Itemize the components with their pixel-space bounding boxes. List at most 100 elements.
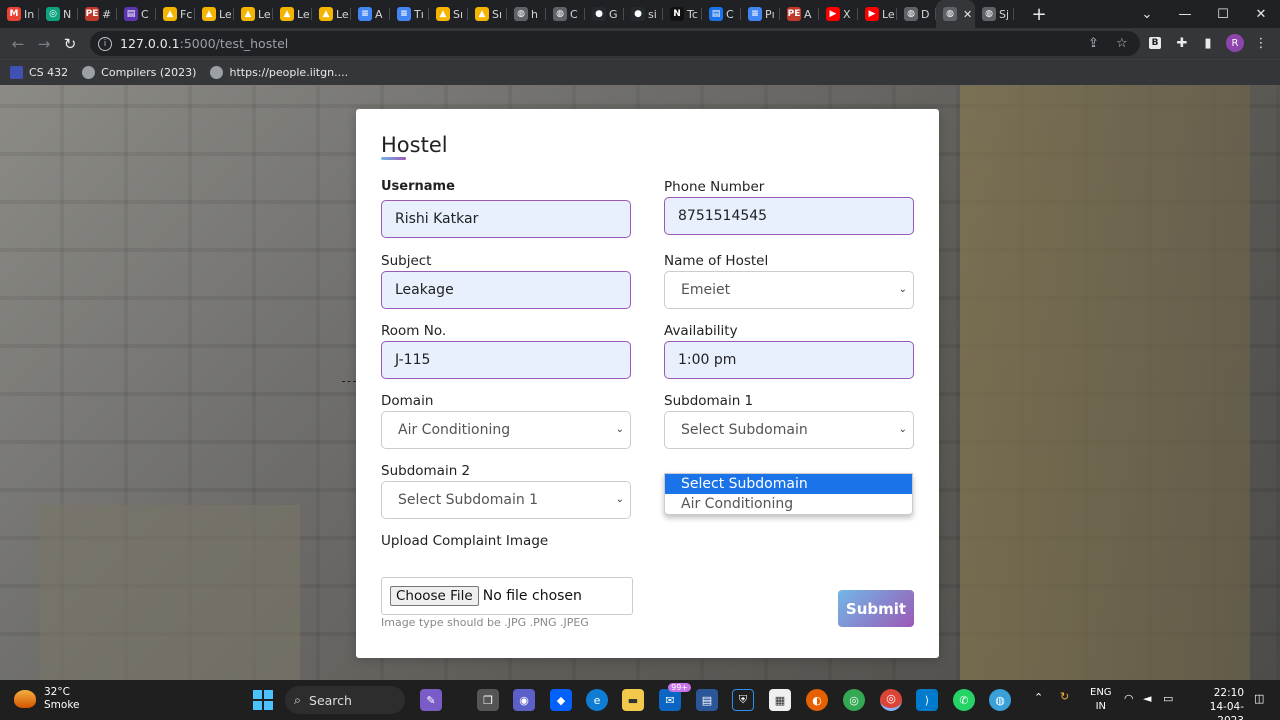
task-view-icon[interactable]: ❐ — [477, 689, 499, 711]
bookmark-item[interactable]: CS 432 — [10, 66, 68, 79]
availability-field: Availability 1:00 pm — [664, 323, 914, 379]
browser-tab[interactable]: ▤ C — [117, 0, 156, 28]
firefox-icon[interactable]: ◐ — [806, 689, 828, 711]
browser-tab[interactable]: ≡ Pı — [741, 0, 780, 28]
paint-app-icon[interactable]: ✎ — [420, 689, 442, 711]
subdomain1-select[interactable]: Select Subdomain ⌄ — [664, 411, 914, 449]
bookmark-item[interactable]: https://people.iitgn.... — [210, 66, 348, 79]
close-tab-icon[interactable]: ✕ — [963, 8, 972, 21]
taskbar-search[interactable]: ⌕ Search — [285, 686, 405, 714]
dropdown-option[interactable]: Select Subdomain — [665, 474, 912, 494]
browser-tab[interactable]: ▲ Le — [312, 0, 351, 28]
browser-tab[interactable]: ◍ C — [546, 0, 585, 28]
room-label: Room No. — [381, 323, 447, 339]
tab-title: A — [375, 7, 383, 21]
language-indicator[interactable]: ENG IN — [1090, 686, 1112, 714]
chrome-active-icon[interactable]: ◎ — [880, 689, 902, 711]
chrome-icon[interactable]: ◎ — [843, 689, 865, 711]
browser-tab[interactable]: ▲ Sı — [468, 0, 507, 28]
sync-icon[interactable]: ↻ — [1060, 690, 1069, 703]
vscode-icon[interactable]: ⟩ — [916, 689, 938, 711]
teams-chat-icon[interactable]: ◉ — [513, 689, 535, 711]
volume-icon[interactable]: ◄ — [1143, 692, 1151, 705]
minimize-button[interactable]: — — [1166, 0, 1204, 28]
extensions-puzzle-icon[interactable]: ✚ — [1173, 34, 1191, 52]
docs-icon: ≡ — [397, 7, 411, 21]
username-input[interactable]: Rishi Katkar — [381, 200, 631, 238]
browser-tab[interactable]: ◍ Sj — [975, 0, 1014, 28]
browser-tab[interactable]: ● si — [624, 0, 663, 28]
system-clock[interactable]: 22:1014-04-2023 — [1188, 686, 1244, 720]
subdomain1-field: Subdomain 1 Select Subdomain ⌄ — [664, 393, 914, 449]
username-field: Username Rishi Katkar — [381, 179, 631, 238]
store-icon[interactable]: ▦ — [769, 689, 791, 711]
browser-tab[interactable]: ▲ Le — [273, 0, 312, 28]
domain-select[interactable]: Air Conditioning ⌄ — [381, 411, 631, 449]
availability-input[interactable]: 1:00 pm — [664, 341, 914, 379]
submit-button[interactable]: Submit — [838, 590, 914, 627]
dropbox-icon[interactable]: ◆ — [550, 689, 572, 711]
globe-app-icon[interactable]: ◍ — [989, 689, 1011, 711]
browser-tab[interactable]: ▲ Le — [234, 0, 273, 28]
room-input[interactable]: J-115 — [381, 341, 631, 379]
profile-avatar[interactable]: R — [1226, 34, 1244, 52]
hostel-select[interactable]: Emeiet ⌄ — [664, 271, 914, 309]
battery-icon[interactable]: ▭ — [1163, 692, 1173, 705]
browser-tab[interactable]: ≡ A — [351, 0, 390, 28]
browser-tab[interactable]: ◍ ✕ — [936, 0, 975, 28]
browser-tab[interactable]: ◎ N — [39, 0, 78, 28]
address-bar[interactable]: i 127.0.0.1:5000/test_hostel ⇪ ☆ — [90, 31, 1140, 56]
reload-button[interactable]: ↻ — [57, 31, 83, 57]
browser-tab[interactable]: ≡ Tı — [390, 0, 429, 28]
menu-kebab-icon[interactable]: ⋮ — [1252, 34, 1270, 52]
whatsapp-icon[interactable]: ✆ — [953, 689, 975, 711]
browser-tab[interactable]: PE # — [78, 0, 117, 28]
browser-tab[interactable]: ▤ C — [702, 0, 741, 28]
dropdown-option[interactable]: Air Conditioning — [665, 494, 912, 514]
security-icon[interactable]: ⛨ — [732, 689, 754, 711]
browser-tab[interactable]: ● G — [585, 0, 624, 28]
windows-start-icon[interactable] — [252, 689, 274, 711]
file-explorer-icon[interactable]: ▬ — [622, 689, 644, 711]
subject-input[interactable]: Leakage — [381, 271, 631, 309]
browser-tab[interactable]: PE A — [780, 0, 819, 28]
tray-overflow-icon[interactable]: ⌃ — [1034, 691, 1043, 704]
bookmark-item[interactable]: Compilers (2023) — [82, 66, 196, 79]
phone-input[interactable]: 8751514545 — [664, 197, 914, 235]
browser-tab[interactable]: ▲ Le — [195, 0, 234, 28]
forward-button[interactable]: → — [31, 31, 57, 57]
notepad-icon[interactable]: ▤ — [696, 689, 718, 711]
new-tab-button[interactable]: + — [1026, 0, 1052, 28]
browser-tab[interactable]: ▶ X — [819, 0, 858, 28]
share-icon[interactable]: ⇪ — [1088, 36, 1099, 51]
browser-tab[interactable]: ▲ Sı — [429, 0, 468, 28]
site-info-icon[interactable]: i — [98, 36, 112, 51]
browser-tab[interactable]: ◍ h — [507, 0, 546, 28]
bookmark-star-icon[interactable]: ☆ — [1116, 36, 1128, 51]
drive-icon: ▲ — [436, 7, 450, 21]
maximize-button[interactable]: ☐ — [1204, 0, 1242, 28]
tab-search-icon[interactable]: ⌄ — [1128, 0, 1166, 28]
browser-tab[interactable]: M In — [0, 0, 39, 28]
weather-widget[interactable]: 32°C Smoke — [14, 686, 79, 712]
edge-browser-icon[interactable]: e — [586, 689, 608, 711]
search-label: Search — [309, 692, 352, 708]
extension-b-icon[interactable]: B — [1146, 34, 1164, 52]
browser-tab[interactable]: N Tc — [663, 0, 702, 28]
browser-tab[interactable]: ◍ D — [897, 0, 936, 28]
browser-tab[interactable]: ▶ Le — [858, 0, 897, 28]
availability-label: Availability — [664, 323, 738, 339]
browser-tab[interactable]: ▲ Fc — [156, 0, 195, 28]
wifi-icon[interactable]: ◠ — [1124, 692, 1134, 705]
notification-icon[interactable]: ◫ — [1254, 692, 1264, 705]
choose-file-button[interactable]: Choose File — [390, 586, 479, 606]
side-panel-icon[interactable]: ▮ — [1199, 34, 1217, 52]
subdomain1-dropdown-list: Select Subdomain Air Conditioning — [664, 473, 913, 515]
mail-icon[interactable]: ✉ 99+ — [659, 683, 691, 711]
back-button[interactable]: ← — [5, 31, 31, 57]
subdomain2-select[interactable]: Select Subdomain 1 ⌄ — [381, 481, 631, 519]
chevron-down-icon: ⌄ — [615, 494, 624, 505]
pe-icon: PE — [787, 7, 801, 21]
close-window-button[interactable]: ✕ — [1242, 0, 1280, 28]
weather-text: Smoke — [44, 699, 80, 711]
